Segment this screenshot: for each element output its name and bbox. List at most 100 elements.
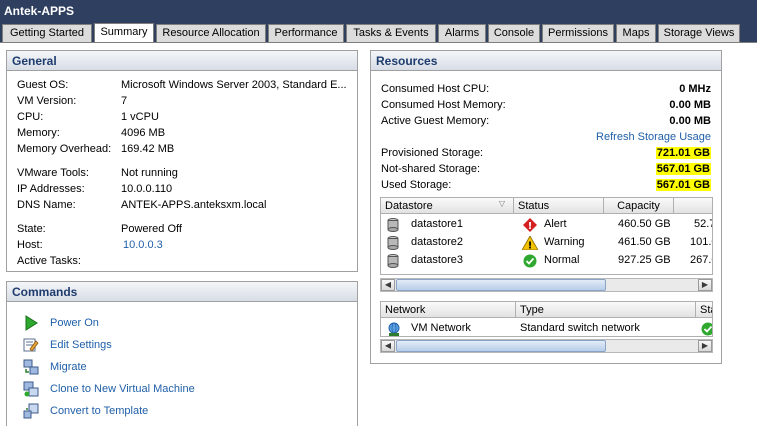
field-value: ANTEK-APPS.anteksxm.local [121,199,267,211]
field-value: Not running [121,167,178,179]
datastore-name: datastore3 [411,254,463,266]
field-value: 567.01 GB [655,163,711,175]
field-label: Memory: [17,127,60,139]
network-name: VM Network [411,322,471,334]
sort-arrow-icon: ▽ [498,199,505,208]
field-label: IP Addresses: [17,183,85,195]
datastore-icon [387,236,399,250]
convert-template-icon [23,403,39,419]
scroll-left-icon[interactable]: ◀ [381,340,395,352]
field-value: 0.00 MB [669,115,711,127]
status-text: Normal [544,254,580,266]
column-header-capacity[interactable]: Capacity [604,198,674,214]
field-label: Consumed Host CPU: [381,83,490,95]
datastore-name: datastore2 [411,236,463,248]
field-label: Memory Overhead: [17,143,112,155]
table-row[interactable]: VM Network Standard switch network [381,320,712,336]
column-header-status[interactable]: Status [514,198,604,214]
field-value: Powered Off [121,223,182,235]
column-header-status[interactable]: Sta [696,302,712,318]
tab-maps[interactable]: Maps [616,24,656,42]
network-table-header: Network Type Sta [381,302,712,318]
status-text: Warning [544,236,585,248]
tab-resource-allocation[interactable]: Resource Allocation [156,24,266,42]
refresh-storage-usage-link[interactable]: Refresh Storage Usage [596,131,711,143]
scroll-thumb[interactable] [396,340,606,352]
field-label: State: [17,223,46,235]
resources-panel-title: Resources [371,51,721,71]
scroll-left-icon[interactable]: ◀ [381,279,395,291]
column-header-network[interactable]: Network [381,302,516,318]
table-row[interactable]: datastore2 ! Warning 461.50 GB 101.0 [381,234,712,252]
host-link[interactable]: 10.0.0.3 [123,239,163,251]
datastore-icon [387,254,399,268]
command-label: Migrate [50,361,87,373]
field-value: 567.01 GB [655,179,711,191]
alert-icon: ! [523,218,537,232]
field-value: Microsoft Windows Server 2003, Standard … [121,79,347,91]
datastore-name: datastore1 [411,218,463,230]
table-row[interactable]: datastore3 Normal 927.25 GB 267.0 [381,252,712,270]
field-label: Active Tasks: [17,255,81,267]
field-value: 1 vCPU [121,111,159,123]
scroll-thumb[interactable] [396,279,606,291]
datastore-table: Datastore ▽ Status Capacity datastore1 ! … [380,197,713,275]
datastore-table-header: Datastore ▽ Status Capacity [381,198,712,214]
field-value: 0.00 MB [669,99,711,111]
general-panel: General Guest OS: Microsoft Windows Serve… [6,50,358,272]
tab-getting-started[interactable]: Getting Started [2,24,92,42]
field-label: Consumed Host Memory: [381,99,506,111]
normal-icon [523,254,537,268]
tab-summary[interactable]: Summary [94,23,154,43]
column-header-free[interactable] [674,198,712,214]
field-label: VM Version: [17,95,77,107]
edit-settings-icon [23,338,39,352]
field-label: Used Storage: [381,179,452,191]
field-value: 10.0.0.110 [121,183,173,195]
field-value: 169.42 MB [121,143,175,155]
datastore-horizontal-scrollbar[interactable]: ◀ ▶ [380,278,713,292]
general-panel-title: General [7,51,357,71]
field-label: Active Guest Memory: [381,115,490,127]
free-value: 52.7 [694,218,712,230]
command-label: Clone to New Virtual Machine [50,383,195,395]
field-label: Not-shared Storage: [381,163,481,175]
field-value: 4096 MB [121,127,166,139]
field-value: 7 [121,95,128,107]
clone-icon [23,381,39,397]
tab-alarms[interactable]: Alarms [438,24,486,42]
scroll-right-icon[interactable]: ▶ [698,279,712,291]
command-label: Edit Settings [50,339,112,351]
tab-console[interactable]: Console [488,24,540,42]
field-label: CPU: [17,111,44,123]
window-title: Antek-APPS [0,0,757,22]
free-value: 267.0 [690,254,712,266]
field-value: 721.01 GB [655,147,711,159]
network-horizontal-scrollbar[interactable]: ◀ ▶ [380,339,713,353]
field-label: Host: [17,239,43,251]
field-label: VMware Tools: [17,167,89,179]
column-header-datastore[interactable]: Datastore ▽ [381,198,514,214]
capacity-value: 461.50 GB [618,236,671,248]
command-label: Convert to Template [50,405,149,417]
summary-content: General Guest OS: Microsoft Windows Serve… [0,42,757,426]
commands-panel-title: Commands [7,282,357,302]
datastore-icon [387,218,399,232]
free-value: 101.0 [690,236,712,248]
status-text: Alert [544,218,567,230]
capacity-value: 927.25 GB [618,254,671,266]
svg-text:!: ! [528,221,533,232]
tab-permissions[interactable]: Permissions [542,24,614,42]
svg-text:!: ! [528,241,533,251]
scroll-right-icon[interactable]: ▶ [698,340,712,352]
tab-tasks-events[interactable]: Tasks & Events [346,24,436,42]
commands-panel: Commands Power On Edit Settings Migrate … [6,281,358,426]
tab-storage-views[interactable]: Storage Views [658,24,740,42]
tab-bar: Getting Started Summary Resource Allocat… [0,22,757,43]
migrate-icon [23,359,39,375]
table-row[interactable]: datastore1 ! Alert 460.50 GB 52.7 [381,216,712,234]
power-on-icon [25,315,38,331]
normal-icon [701,322,712,336]
column-header-type[interactable]: Type [516,302,696,318]
tab-performance[interactable]: Performance [268,24,344,42]
